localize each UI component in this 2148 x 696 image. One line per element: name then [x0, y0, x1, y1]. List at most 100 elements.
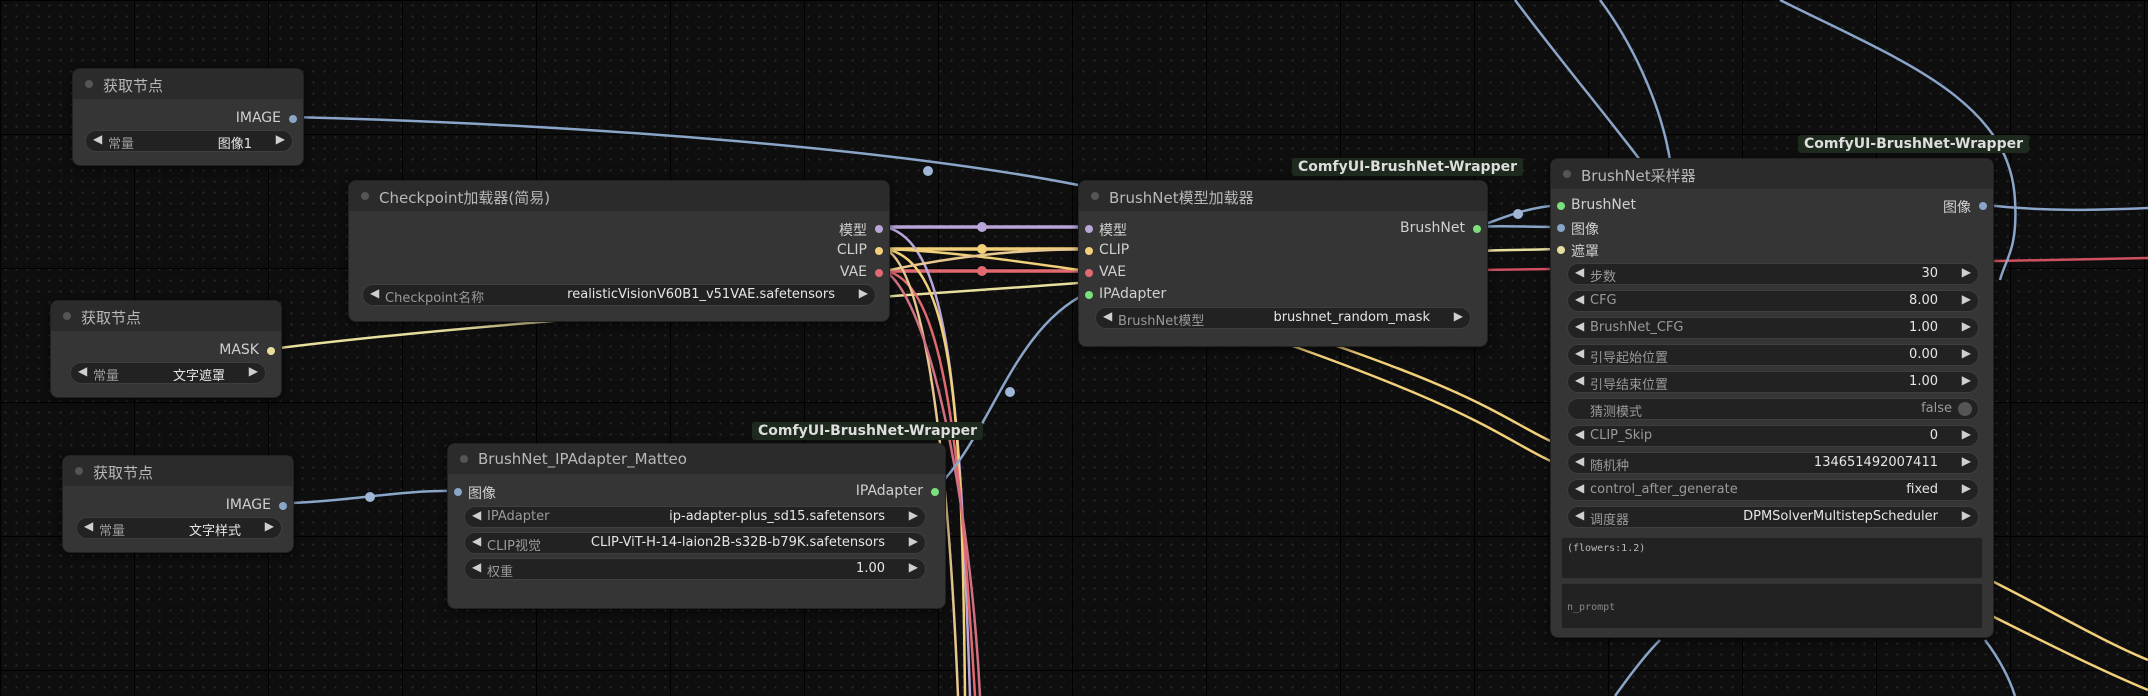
weight-number[interactable]: ◀ 权重 1.00 ▶ — [464, 558, 926, 580]
output-pin[interactable] — [289, 115, 297, 123]
arrow-left-icon[interactable]: ◀ — [1575, 265, 1584, 279]
arrow-right-icon[interactable]: ▶ — [909, 534, 918, 548]
arrow-left-icon[interactable]: ◀ — [1575, 373, 1584, 387]
arrow-left-icon[interactable]: ◀ — [472, 508, 481, 522]
arrow-left-icon[interactable]: ◀ — [93, 132, 102, 146]
widget-label: 引导起始位置 — [1590, 351, 1669, 366]
get-node-mask[interactable]: 获取节点 MASK ◀ 常量 文字遮罩 ▶ — [50, 300, 282, 398]
arrow-right-icon[interactable]: ▶ — [859, 286, 868, 300]
control-after-generate-widget[interactable]: ◀ control_after_generate fixed ▶ — [1567, 479, 1979, 501]
collapse-dot[interactable] — [63, 312, 71, 320]
guidance-end-widget[interactable]: ◀ 引导结束位置 1.00 ▶ — [1567, 371, 1979, 393]
link-cross-1 — [1289, 328, 1571, 452]
collapse-dot[interactable] — [85, 80, 93, 88]
arrow-left-icon[interactable]: ◀ — [1575, 319, 1584, 333]
collapse-dot[interactable] — [1091, 192, 1099, 200]
cfg-widget[interactable]: ◀ CFG 8.00 ▶ — [1567, 290, 1979, 312]
arrow-right-icon[interactable]: ▶ — [1962, 346, 1971, 360]
arrow-right-icon[interactable]: ▶ — [909, 560, 918, 574]
input-pin-clip[interactable] — [1085, 247, 1093, 255]
guess-mode-toggle[interactable]: 猜测模式 false — [1567, 398, 1979, 420]
negative-prompt-textarea[interactable]: n_prompt — [1561, 583, 1983, 629]
arrow-left-icon[interactable]: ◀ — [1575, 292, 1584, 306]
widget-value: DPMSolverMultistepScheduler — [1743, 509, 1938, 524]
checkpoint-combo[interactable]: ◀ Checkpoint名称 realisticVisionV60B1_v51V… — [362, 284, 876, 306]
input-pin-model[interactable] — [1085, 225, 1093, 233]
output-pin-model[interactable] — [875, 225, 883, 233]
brushnet-cfg-widget[interactable]: ◀ BrushNet_CFG 1.00 ▶ — [1567, 317, 1979, 339]
brushnet-loader-node[interactable]: BrushNet模型加载器 模型 CLIP VAE IPAdapter Brus… — [1078, 180, 1488, 347]
arrow-right-icon[interactable]: ▶ — [1962, 319, 1971, 333]
input-pin-image[interactable] — [1557, 224, 1565, 232]
combo-widget[interactable]: ◀ 常量 文字样式 ▶ — [76, 517, 282, 539]
arrow-right-icon[interactable]: ▶ — [1454, 309, 1463, 323]
reroute-dot — [1005, 387, 1015, 397]
output-pin-image[interactable] — [1979, 202, 1987, 210]
arrow-right-icon[interactable]: ▶ — [1962, 292, 1971, 306]
clip-vision-combo[interactable]: ◀ CLIP视觉 CLIP-ViT-H-14-laion2B-s32B-b79K… — [464, 532, 926, 554]
arrow-left-icon[interactable]: ◀ — [78, 364, 87, 378]
reroute-dot — [977, 266, 987, 276]
arrow-left-icon[interactable]: ◀ — [1575, 346, 1584, 360]
link-bl-1 — [1613, 639, 1661, 696]
ipadapter-combo[interactable]: ◀ IPAdapter ip-adapter-plus_sd15.safeten… — [464, 506, 926, 528]
output-pin-brushnet[interactable] — [1473, 225, 1481, 233]
toggle-knob-icon[interactable] — [1958, 402, 1972, 416]
clip-skip-widget[interactable]: ◀ CLIP_Skip 0 ▶ — [1567, 425, 1979, 447]
output-label-ipadapter: IPAdapter — [855, 483, 923, 499]
ipadapter-node[interactable]: BrushNet_IPAdapter_Matteo 图像 IPAdapter ◀… — [447, 443, 946, 609]
arrow-left-icon[interactable]: ◀ — [84, 519, 93, 533]
combo-widget[interactable]: ◀ 常量 文字遮罩 ▶ — [70, 362, 266, 384]
input-label-mask: 遮罩 — [1571, 244, 1599, 260]
output-pin-clip[interactable] — [875, 247, 883, 255]
arrow-left-icon[interactable]: ◀ — [472, 560, 481, 574]
get-node-image-3[interactable]: 获取节点 IMAGE ◀ 常量 文字样式 ▶ — [62, 455, 294, 553]
arrow-right-icon[interactable]: ▶ — [1962, 427, 1971, 441]
arrow-right-icon[interactable]: ▶ — [1962, 508, 1971, 522]
seed-widget[interactable]: ◀ 随机种 134651492007411 ▶ — [1567, 452, 1979, 474]
node-source-badge: ComfyUI-BrushNet-Wrapper — [1798, 135, 2030, 153]
link-out-img — [1984, 203, 2148, 212]
input-pin-image[interactable] — [454, 488, 462, 496]
get-node-image-1[interactable]: 获取节点 IMAGE ◀ 常量 图像1 ▶ — [72, 68, 304, 166]
arrow-right-icon[interactable]: ▶ — [1962, 373, 1971, 387]
prompt-textarea[interactable]: (flowers:1.2) — [1561, 537, 1983, 579]
guidance-start-widget[interactable]: ◀ 引导起始位置 0.00 ▶ — [1567, 344, 1979, 366]
arrow-right-icon[interactable]: ▶ — [1962, 481, 1971, 495]
output-pin[interactable] — [279, 502, 287, 510]
arrow-right-icon[interactable]: ▶ — [1962, 454, 1971, 468]
arrow-left-icon[interactable]: ◀ — [1103, 309, 1112, 323]
arrow-left-icon[interactable]: ◀ — [1575, 481, 1584, 495]
link-br-2 — [1989, 613, 2148, 692]
arrow-right-icon[interactable]: ▶ — [249, 364, 258, 378]
brushnet-model-combo[interactable]: ◀ BrushNet模型 brushnet_random_mask ▶ — [1095, 307, 1471, 329]
widget-value: false — [1921, 401, 1952, 416]
output-pin-vae[interactable] — [875, 269, 883, 277]
arrow-left-icon[interactable]: ◀ — [472, 534, 481, 548]
arrow-left-icon[interactable]: ◀ — [1575, 427, 1584, 441]
input-pin-vae[interactable] — [1085, 269, 1093, 277]
scheduler-widget[interactable]: ◀ 调度器 DPMSolverMultistepScheduler ▶ — [1567, 506, 1979, 528]
collapse-dot[interactable] — [460, 455, 468, 463]
collapse-dot[interactable] — [1563, 170, 1571, 178]
arrow-left-icon[interactable]: ◀ — [1575, 508, 1584, 522]
arrow-right-icon[interactable]: ▶ — [1962, 265, 1971, 279]
brushnet-sampler-node[interactable]: BrushNet采样器 BrushNet 图像 遮罩 图像 ◀ 步数 30 ▶ … — [1550, 158, 1994, 638]
output-pin-ipadapter[interactable] — [931, 488, 939, 496]
steps-widget[interactable]: ◀ 步数 30 ▶ — [1567, 263, 1979, 285]
arrow-right-icon[interactable]: ▶ — [265, 519, 274, 533]
combo-widget[interactable]: ◀ 常量 图像1 ▶ — [85, 130, 293, 152]
collapse-dot[interactable] — [361, 192, 369, 200]
input-pin-ipadapter[interactable] — [1085, 291, 1093, 299]
arrow-left-icon[interactable]: ◀ — [370, 286, 379, 300]
input-pin-brushnet[interactable] — [1557, 202, 1565, 210]
output-label-vae: VAE — [839, 264, 867, 280]
arrow-right-icon[interactable]: ▶ — [276, 132, 285, 146]
arrow-right-icon[interactable]: ▶ — [909, 508, 918, 522]
collapse-dot[interactable] — [75, 467, 83, 475]
input-pin-mask[interactable] — [1557, 246, 1565, 254]
checkpoint-loader-node[interactable]: Checkpoint加载器(简易) 模型 CLIP VAE ◀ Checkpoi… — [348, 180, 890, 322]
link-top-3 — [1598, 0, 1672, 161]
arrow-left-icon[interactable]: ◀ — [1575, 454, 1584, 468]
output-pin[interactable] — [267, 347, 275, 355]
